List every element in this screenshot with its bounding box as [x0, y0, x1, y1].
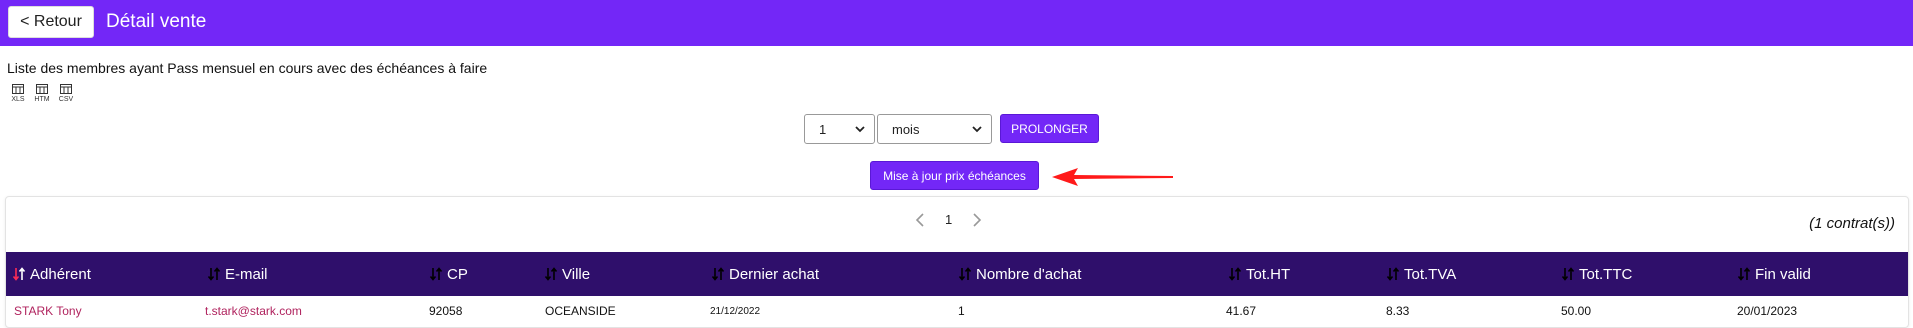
- column-label: CP: [447, 265, 468, 283]
- prolong-button[interactable]: PROLONGER: [1000, 114, 1099, 143]
- purchase-count-cell: 1: [958, 304, 965, 318]
- column-label: Adhérent: [30, 265, 91, 283]
- back-button[interactable]: < Retour: [8, 6, 94, 38]
- chevron-left-icon: [915, 212, 924, 227]
- table-icon: [36, 84, 48, 94]
- sort-icon: [429, 267, 443, 281]
- export-toolbar: XLS HTM CSV: [10, 84, 74, 104]
- chevron-down-icon: [855, 126, 865, 133]
- column-header-ville[interactable]: Ville: [544, 252, 590, 296]
- sort-icon: [1737, 267, 1751, 281]
- column-header-adherent[interactable]: Adhérent: [12, 252, 91, 296]
- column-label: Tot.HT: [1246, 265, 1291, 283]
- column-header-cp[interactable]: CP: [429, 252, 468, 296]
- export-csv-button[interactable]: CSV: [58, 84, 74, 104]
- column-header-dernier-achat[interactable]: Dernier achat: [711, 252, 819, 296]
- member-name-link[interactable]: STARK Tony: [14, 296, 82, 326]
- column-label: Tot.TVA: [1404, 265, 1457, 283]
- column-header-tot-tva[interactable]: Tot.TVA: [1386, 252, 1456, 296]
- city-cell: OCEANSIDE: [545, 304, 616, 318]
- column-header-nombre-achat[interactable]: Nombre d'achat: [958, 252, 1081, 296]
- page-title: Détail vente: [106, 11, 207, 32]
- sort-icon: [1561, 267, 1575, 281]
- sort-icon: [207, 267, 221, 281]
- export-htm-button[interactable]: HTM: [34, 84, 50, 104]
- table-row[interactable]: STARK Tony t.stark@stark.com 92058 OCEAN…: [6, 296, 1908, 326]
- red-arrow-icon: [1052, 168, 1173, 186]
- sort-icon: [1386, 267, 1400, 281]
- unit-select[interactable]: mois: [877, 114, 992, 144]
- update-prices-button[interactable]: Mise à jour prix échéances: [870, 161, 1039, 190]
- column-label: Fin valid: [1755, 265, 1811, 283]
- contract-count: (1 contrat(s)): [1809, 215, 1895, 232]
- next-page-button[interactable]: [972, 212, 982, 227]
- column-header-tot-ttc[interactable]: Tot.TTC: [1561, 252, 1632, 296]
- sort-icon: [711, 267, 725, 281]
- prev-page-button[interactable]: [915, 212, 925, 227]
- list-description: Liste des membres ayant Pass mensuel en …: [7, 60, 488, 76]
- top-bar: < Retour Détail vente: [0, 0, 1913, 46]
- member-email-link[interactable]: t.stark@stark.com: [205, 296, 302, 326]
- unit-value: mois: [892, 121, 920, 137]
- total-ttc-cell: 50.00: [1561, 304, 1592, 318]
- last-purchase-cell: 21/12/2022: [710, 305, 761, 317]
- column-header-fin-valid[interactable]: Fin valid: [1737, 252, 1811, 296]
- export-htm-label: HTM: [34, 96, 50, 103]
- chevron-down-icon: [972, 126, 982, 133]
- export-xls-button[interactable]: XLS: [10, 84, 26, 104]
- table-icon: [60, 84, 72, 94]
- column-label: E-mail: [225, 265, 268, 283]
- total-tva-cell: 8.33: [1386, 304, 1410, 318]
- quantity-select[interactable]: 1: [804, 114, 875, 144]
- total-ht-cell: 41.67: [1226, 304, 1257, 318]
- current-page[interactable]: 1: [945, 212, 952, 227]
- sort-icon: [12, 267, 26, 281]
- column-label: Ville: [562, 265, 591, 283]
- chevron-right-icon: [973, 212, 982, 227]
- column-label: Dernier achat: [729, 265, 820, 283]
- sort-icon: [544, 267, 558, 281]
- column-header-email[interactable]: E-mail: [207, 252, 268, 296]
- table-header: Adhérent E-mail CP Ville Dernier achat N…: [6, 252, 1908, 296]
- export-xls-label: XLS: [11, 96, 25, 103]
- table-icon: [12, 84, 24, 94]
- quantity-value: 1: [819, 121, 827, 137]
- end-valid-cell: 20/01/2023: [1737, 304, 1798, 318]
- sort-icon: [958, 267, 972, 281]
- column-label: Nombre d'achat: [976, 265, 1082, 283]
- column-header-tot-ht[interactable]: Tot.HT: [1228, 252, 1290, 296]
- pagination: 1: [915, 212, 982, 227]
- postal-code-cell: 92058: [429, 304, 463, 318]
- export-csv-label: CSV: [58, 96, 74, 103]
- sort-icon: [1228, 267, 1242, 281]
- column-label: Tot.TTC: [1579, 265, 1633, 283]
